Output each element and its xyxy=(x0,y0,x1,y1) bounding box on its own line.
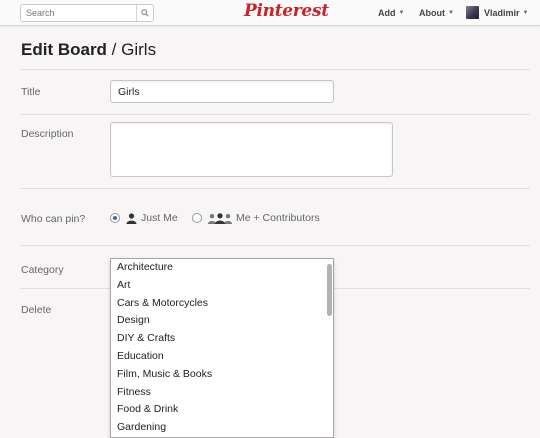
list-item[interactable]: Design xyxy=(111,312,333,330)
caret-down-icon: ▼ xyxy=(448,10,454,16)
add-menu[interactable]: Add ▼ xyxy=(378,8,404,18)
search-button[interactable] xyxy=(136,5,153,21)
person-icon xyxy=(126,212,137,224)
category-dropdown-list[interactable]: Architecture Art Cars & Motorcycles Desi… xyxy=(110,258,334,438)
radio-me-contributors[interactable]: Me + Contributors xyxy=(192,212,320,224)
about-menu[interactable]: About ▼ xyxy=(419,8,454,18)
description-label: Description xyxy=(21,128,74,140)
list-item[interactable]: Cars & Motorcycles xyxy=(111,295,333,313)
me-contributors-label: Me + Contributors xyxy=(236,212,320,224)
radio-button[interactable] xyxy=(192,213,202,223)
page-title-main: Edit Board xyxy=(21,40,107,59)
divider xyxy=(20,114,530,115)
user-menu[interactable]: Vladimir ▼ xyxy=(466,6,528,19)
caret-down-icon: ▼ xyxy=(522,9,529,16)
top-navbar: Pinterest Add ▼ About ▼ Vladimir ▼ xyxy=(0,0,540,26)
about-menu-label: About xyxy=(419,8,445,18)
list-item[interactable]: Food & Drink xyxy=(111,401,333,419)
divider xyxy=(20,188,530,189)
delete-label[interactable]: Delete xyxy=(21,304,51,316)
people-group-icon xyxy=(208,212,232,224)
radio-selected-dot xyxy=(113,216,117,220)
page-title: Edit Board / Girls xyxy=(21,40,156,60)
just-me-label: Just Me xyxy=(141,212,178,224)
list-item[interactable]: Gardening xyxy=(111,419,333,437)
list-item[interactable]: Education xyxy=(111,348,333,366)
page-title-separator: / xyxy=(106,40,122,59)
divider xyxy=(20,69,530,70)
list-item[interactable]: Architecture xyxy=(111,259,333,277)
category-label: Category xyxy=(21,264,64,276)
search-box xyxy=(20,4,154,22)
divider xyxy=(20,245,530,246)
scrollbar-thumb[interactable] xyxy=(327,264,332,316)
title-label: Title xyxy=(21,86,41,98)
pinterest-logo[interactable]: Pinterest xyxy=(244,1,329,21)
list-item[interactable]: Film, Music & Books xyxy=(111,366,333,384)
search-input[interactable] xyxy=(21,5,136,21)
search-icon xyxy=(141,9,149,17)
list-item[interactable]: Art xyxy=(111,277,333,295)
title-field[interactable] xyxy=(110,80,334,103)
description-field[interactable] xyxy=(110,122,393,177)
avatar xyxy=(466,6,479,19)
list-item[interactable]: Fitness xyxy=(111,384,333,402)
add-menu-label: Add xyxy=(378,8,396,18)
caret-down-icon: ▼ xyxy=(398,10,405,16)
radio-just-me[interactable]: Just Me xyxy=(110,212,178,224)
page-title-board: Girls xyxy=(121,40,157,59)
user-name: Vladimir xyxy=(484,7,520,18)
who-can-pin-label: Who can pin? xyxy=(21,213,86,225)
list-item[interactable]: DIY & Crafts xyxy=(111,330,333,348)
radio-button[interactable] xyxy=(110,213,120,223)
scrollbar[interactable] xyxy=(327,260,332,436)
